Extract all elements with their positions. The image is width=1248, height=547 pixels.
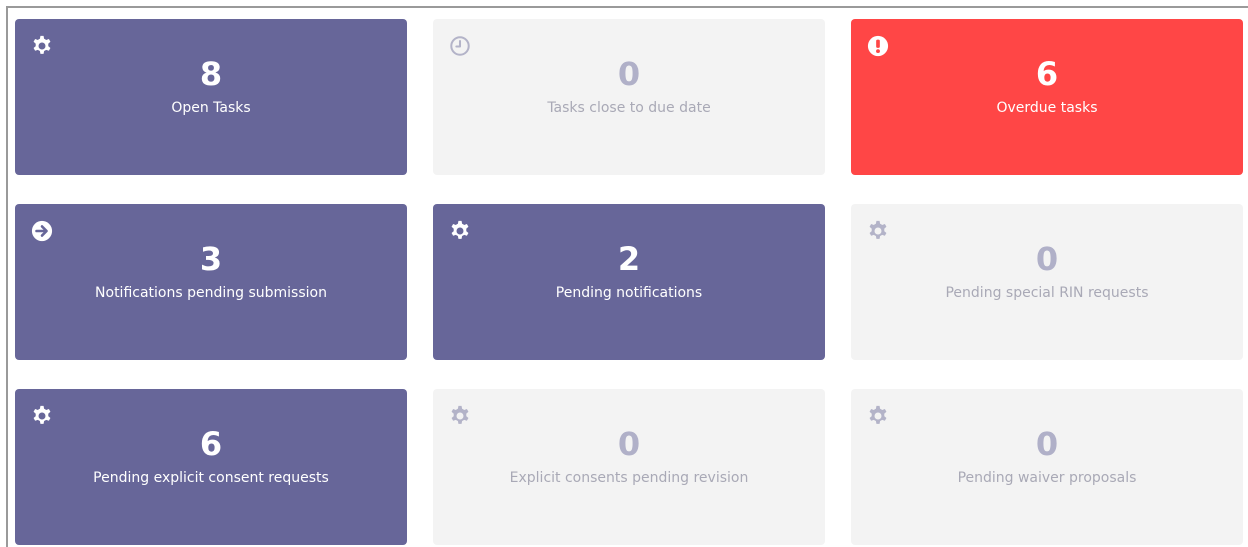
tile-label: Open Tasks: [171, 100, 251, 116]
gear-icon: [451, 405, 469, 424]
exclamation-circle-icon: [867, 35, 889, 57]
tile-label: Pending waiver proposals: [957, 470, 1137, 486]
tile-value: 0: [1035, 240, 1059, 278]
tile-label: Notifications pending submission: [95, 285, 327, 301]
tile-pending-notifications[interactable]: 2 Pending notifications: [433, 204, 825, 360]
tile-label: Tasks close to due date: [547, 100, 711, 116]
tile-value: 3: [199, 240, 223, 278]
arrow-right-circle-icon: [31, 220, 53, 242]
tile-pending-special-rin-requests[interactable]: 0 Pending special RIN requests: [851, 204, 1243, 360]
tile-label: Overdue tasks: [996, 100, 1098, 116]
tile-value: 6: [199, 425, 223, 463]
tile-value: 0: [617, 55, 641, 93]
tile-label: Pending explicit consent requests: [93, 470, 329, 486]
tile-pending-waiver-proposals[interactable]: 0 Pending waiver proposals: [851, 389, 1243, 545]
tile-tasks-close-to-due-date[interactable]: 0 Tasks close to due date: [433, 19, 825, 175]
tile-value: 2: [617, 240, 641, 278]
gear-icon: [869, 405, 887, 424]
tile-label: Pending special RIN requests: [945, 285, 1149, 301]
tile-label: Explicit consents pending revision: [509, 470, 749, 486]
gear-icon: [33, 35, 51, 54]
gear-icon: [451, 220, 469, 239]
tile-value: 0: [617, 425, 641, 463]
tile-notifications-pending-submission[interactable]: 3 Notifications pending submission: [15, 204, 407, 360]
tile-explicit-consents-pending-revision[interactable]: 0 Explicit consents pending revision: [433, 389, 825, 545]
tile-overdue-tasks[interactable]: 6 Overdue tasks: [851, 19, 1243, 175]
gear-icon: [33, 405, 51, 424]
tile-value: 8: [199, 55, 223, 93]
tile-value: 0: [1035, 425, 1059, 463]
tile-label: Pending notifications: [555, 285, 703, 301]
tile-value: 6: [1035, 55, 1059, 93]
tile-open-tasks[interactable]: 8 Open Tasks: [15, 19, 407, 175]
clock-icon: [450, 36, 470, 56]
tile-pending-explicit-consent-requests[interactable]: 6 Pending explicit consent requests: [15, 389, 407, 545]
gear-icon: [869, 220, 887, 239]
